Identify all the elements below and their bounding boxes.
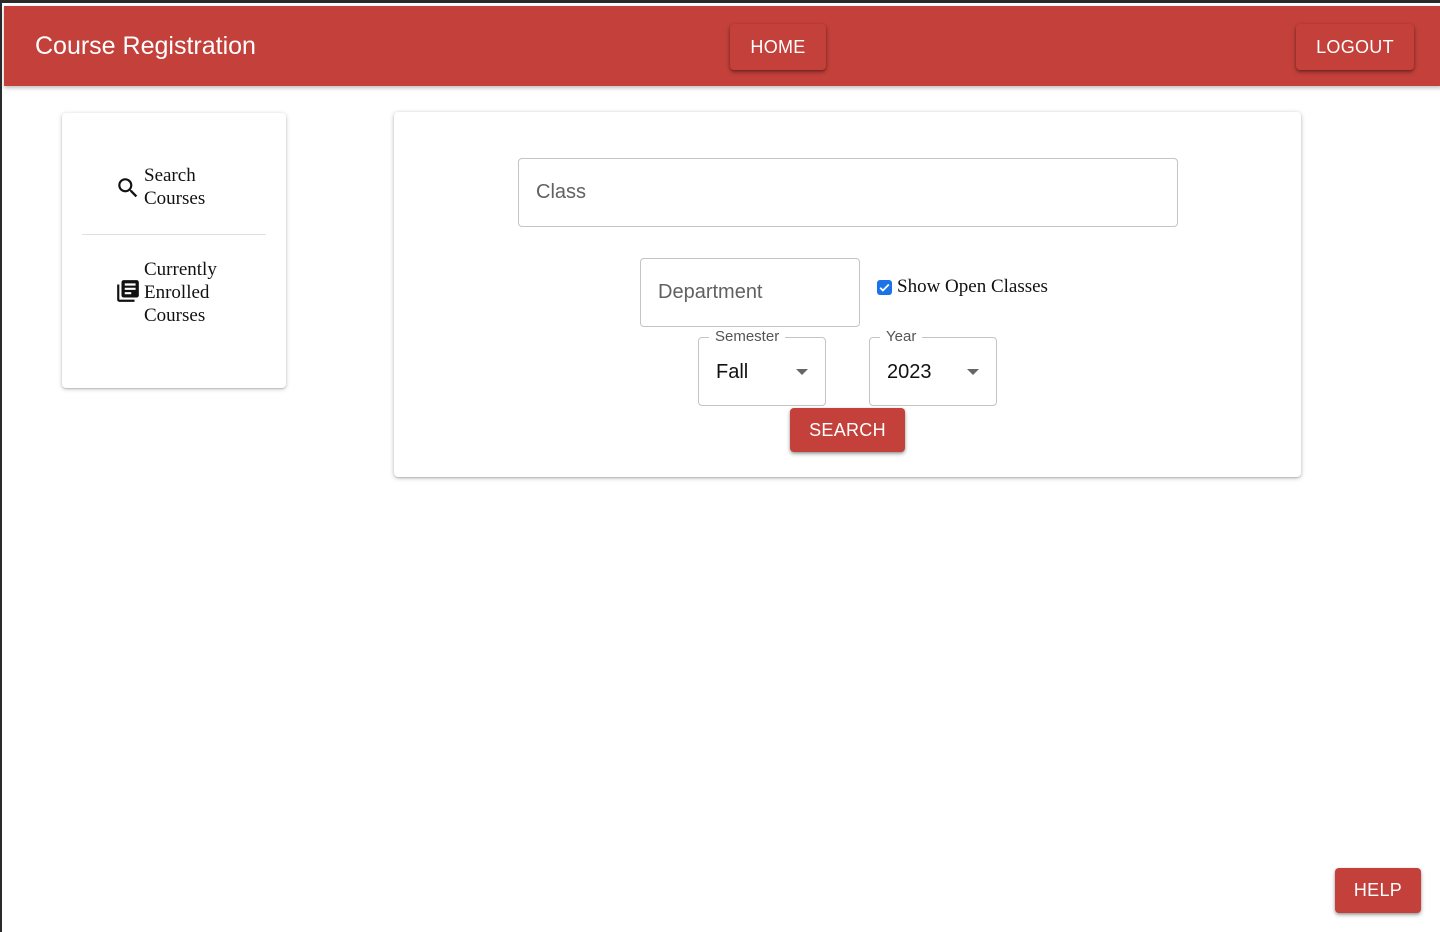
sidebar-item-label: Currently Enrolled Courses	[144, 259, 217, 326]
dropdown-arrow-icon	[796, 369, 808, 375]
sidebar-item-enrolled-courses[interactable]: Currently Enrolled Courses	[62, 256, 286, 328]
logout-button[interactable]: LOGOUT	[1296, 24, 1414, 70]
department-field	[640, 258, 860, 327]
show-open-classes-label: Show Open Classes	[897, 276, 1048, 297]
year-select[interactable]: Year 2023	[869, 328, 997, 406]
app-bar: Course Registration HOME LOGOUT	[4, 6, 1440, 86]
sidebar: Search Courses Currently Enrolled Course…	[62, 113, 286, 388]
year-value: 2023	[887, 361, 932, 383]
semester-label: Semester	[709, 328, 786, 346]
semester-value: Fall	[716, 361, 749, 383]
search-icon	[115, 175, 141, 201]
year-label: Year	[880, 328, 923, 346]
help-button[interactable]: HELP	[1335, 868, 1421, 913]
search-card: Show Open Classes Semester Fall Year 202…	[394, 112, 1301, 477]
sidebar-item-search-courses[interactable]: Search Courses	[62, 163, 286, 233]
semester-select[interactable]: Semester Fall	[698, 328, 826, 406]
dropdown-arrow-icon	[967, 369, 979, 375]
show-open-classes-option[interactable]: Show Open Classes	[877, 276, 1048, 298]
app-title: Course Registration	[35, 32, 256, 60]
checkmark-icon	[879, 283, 890, 292]
home-button[interactable]: HOME	[730, 24, 826, 70]
sidebar-item-label: Search Courses	[144, 165, 206, 209]
sidebar-divider	[82, 234, 266, 235]
app-window: Course Registration HOME LOGOUT Search C…	[0, 0, 1440, 932]
class-input[interactable]	[519, 159, 1177, 226]
department-input[interactable]	[641, 259, 859, 326]
show-open-classes-checkbox[interactable]	[877, 279, 892, 295]
search-button[interactable]: SEARCH	[790, 408, 905, 452]
class-field	[518, 158, 1178, 227]
library-books-icon	[115, 278, 141, 304]
